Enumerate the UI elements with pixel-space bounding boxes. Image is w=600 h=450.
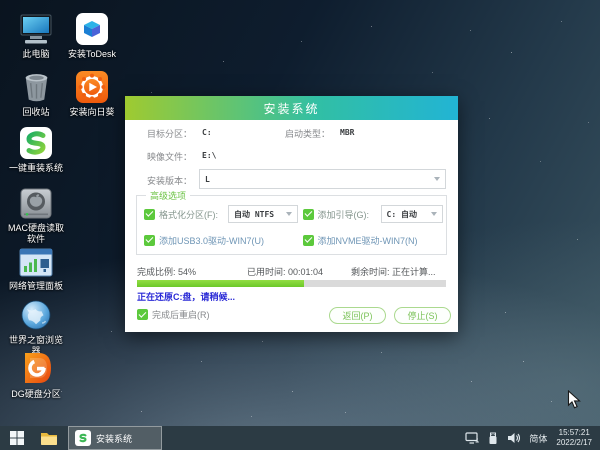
input-method-indicator[interactable]: 简体 (529, 432, 547, 445)
reboot-after-finish[interactable]: 完成后重启(R) (137, 308, 210, 321)
progress-fill (137, 280, 304, 287)
folder-icon (41, 432, 57, 445)
start-button[interactable] (0, 426, 34, 450)
file-explorer-button[interactable] (34, 426, 64, 450)
tray-date: 2022/2/17 (556, 438, 592, 447)
usb3-driver-checkbox[interactable] (144, 234, 155, 246)
desktop-icon-recycle-bin[interactable]: 回收站 (7, 68, 65, 118)
format-partition-checkbox[interactable] (144, 208, 155, 220)
usb-tray-icon[interactable] (488, 432, 498, 445)
diskgenius-icon (25, 353, 51, 383)
dialog-titlebar: 安装系统 (125, 96, 458, 120)
reboot-label: 完成后重启(R) (152, 310, 210, 320)
icon-label: 此电脑 (22, 49, 50, 59)
desktop-icon-network-panel[interactable]: 网络管理面板 (7, 242, 65, 292)
target-partition-label: 目标分区： (147, 129, 193, 139)
remaining-time: 剩余时间: 正在计算... (351, 267, 436, 277)
desktop-icon-reinstall-system[interactable]: 一键重装系统 (7, 124, 65, 174)
add-boot-label: 添加引导(G): (317, 209, 370, 220)
sunflower-icon (76, 71, 108, 103)
system-tray: 简体 15:57:21 2022/2/17 (465, 426, 600, 450)
network-tray-icon[interactable] (465, 432, 480, 444)
nvme-driver-checkbox[interactable] (302, 234, 314, 246)
status-message: 正在还原C:盘，请稍候... (137, 292, 235, 302)
chevron-down-icon (434, 177, 440, 181)
stop-button[interactable]: 停止(S) (394, 307, 451, 324)
install-system-dialog: 安装系统 目标分区： C: 启动类型： MBR 映像文件： E:\ 安装版本： … (125, 96, 458, 332)
computer-icon (20, 14, 52, 44)
starfield (0, 0, 1, 1)
advanced-options-group: 高级选项 格式化分区(F): 自动 NTFS 添加引导(G): C: 自动 添加… (136, 189, 447, 255)
desktop-icon-this-pc[interactable]: 此电脑 (7, 10, 65, 60)
desktop-icon-sunflower[interactable]: 安装向日葵 (63, 68, 121, 118)
install-version-select[interactable]: L (199, 169, 446, 189)
install-version-value: L (205, 174, 210, 184)
progress-bar (137, 280, 446, 287)
mouse-cursor (567, 390, 581, 409)
elapsed-time: 已用时间: 00:01:04 (247, 267, 324, 277)
chevron-down-icon (430, 212, 437, 216)
icon-label: DG硬盘分区 (11, 389, 61, 399)
add-boot-checkbox[interactable] (302, 208, 314, 220)
task-label: 安装系统 (96, 433, 133, 444)
desktop: 此电脑 安装ToDesk 回收站 安装向日葵 一键重装系统 MAC硬盘读取软件 … (0, 0, 600, 450)
volume-tray-icon[interactable] (507, 432, 521, 444)
reboot-checkbox[interactable] (137, 309, 148, 320)
mac-disk-icon (20, 188, 52, 219)
image-file-label: 映像文件： (147, 152, 193, 162)
tray-time: 15:57:21 (558, 428, 590, 437)
add-boot-value: C: 自动 (386, 209, 417, 219)
install-version-label: 安装版本： (147, 176, 193, 186)
image-file-value: E:\ (202, 151, 217, 160)
target-partition-value: C: (202, 128, 212, 137)
icon-label: 网络管理面板 (8, 281, 63, 291)
nvme-driver-label: 添加NVME驱动-WIN7(N) (317, 235, 418, 246)
add-boot-select[interactable]: C: 自动 (380, 205, 443, 223)
format-partition-label: 格式化分区(F): (159, 209, 218, 220)
desktop-icon-world-browser[interactable]: 世界之窗浏览器 (7, 296, 65, 357)
world-browser-globe-icon (21, 300, 51, 330)
taskbar-task-install-system[interactable]: 安装系统 (68, 426, 162, 450)
desktop-icon-mac-disk[interactable]: MAC硬盘读取软件 (7, 184, 65, 245)
icon-label: 安装ToDesk (67, 49, 116, 59)
chevron-down-icon (286, 212, 292, 216)
boot-type-label: 启动类型： (285, 129, 331, 139)
dialog-title: 安装系统 (263, 101, 320, 116)
icon-label: 安装向日葵 (69, 107, 115, 117)
tray-clock[interactable]: 15:57:21 2022/2/17 (556, 428, 592, 448)
taskbar: 安装系统 简体 15:57:21 2022/2/17 (0, 426, 600, 450)
icon-label: 回收站 (22, 107, 50, 117)
windows-logo-icon (10, 431, 24, 445)
usb3-driver-label: 添加USB3.0驱动-WIN7(U) (159, 235, 265, 246)
format-partition-select[interactable]: 自动 NTFS (228, 205, 298, 223)
desktop-icon-todesk[interactable]: 安装ToDesk (63, 10, 121, 60)
advanced-options-legend: 高级选项 (146, 189, 191, 202)
boot-type-value: MBR (340, 128, 355, 137)
todesk-icon (76, 13, 108, 45)
network-panel-icon (19, 248, 53, 277)
icon-label: 一键重装系统 (8, 163, 63, 173)
one-key-reinstall-icon (20, 127, 52, 159)
recycle-bin-icon (25, 74, 47, 102)
desktop-icon-diskgenius[interactable]: DG硬盘分区 (7, 350, 65, 400)
install-system-task-icon (75, 430, 91, 446)
back-button[interactable]: 返回(P) (329, 307, 386, 324)
completion-ratio: 完成比例: 54% (137, 267, 197, 277)
format-partition-value: 自动 NTFS (234, 209, 275, 219)
